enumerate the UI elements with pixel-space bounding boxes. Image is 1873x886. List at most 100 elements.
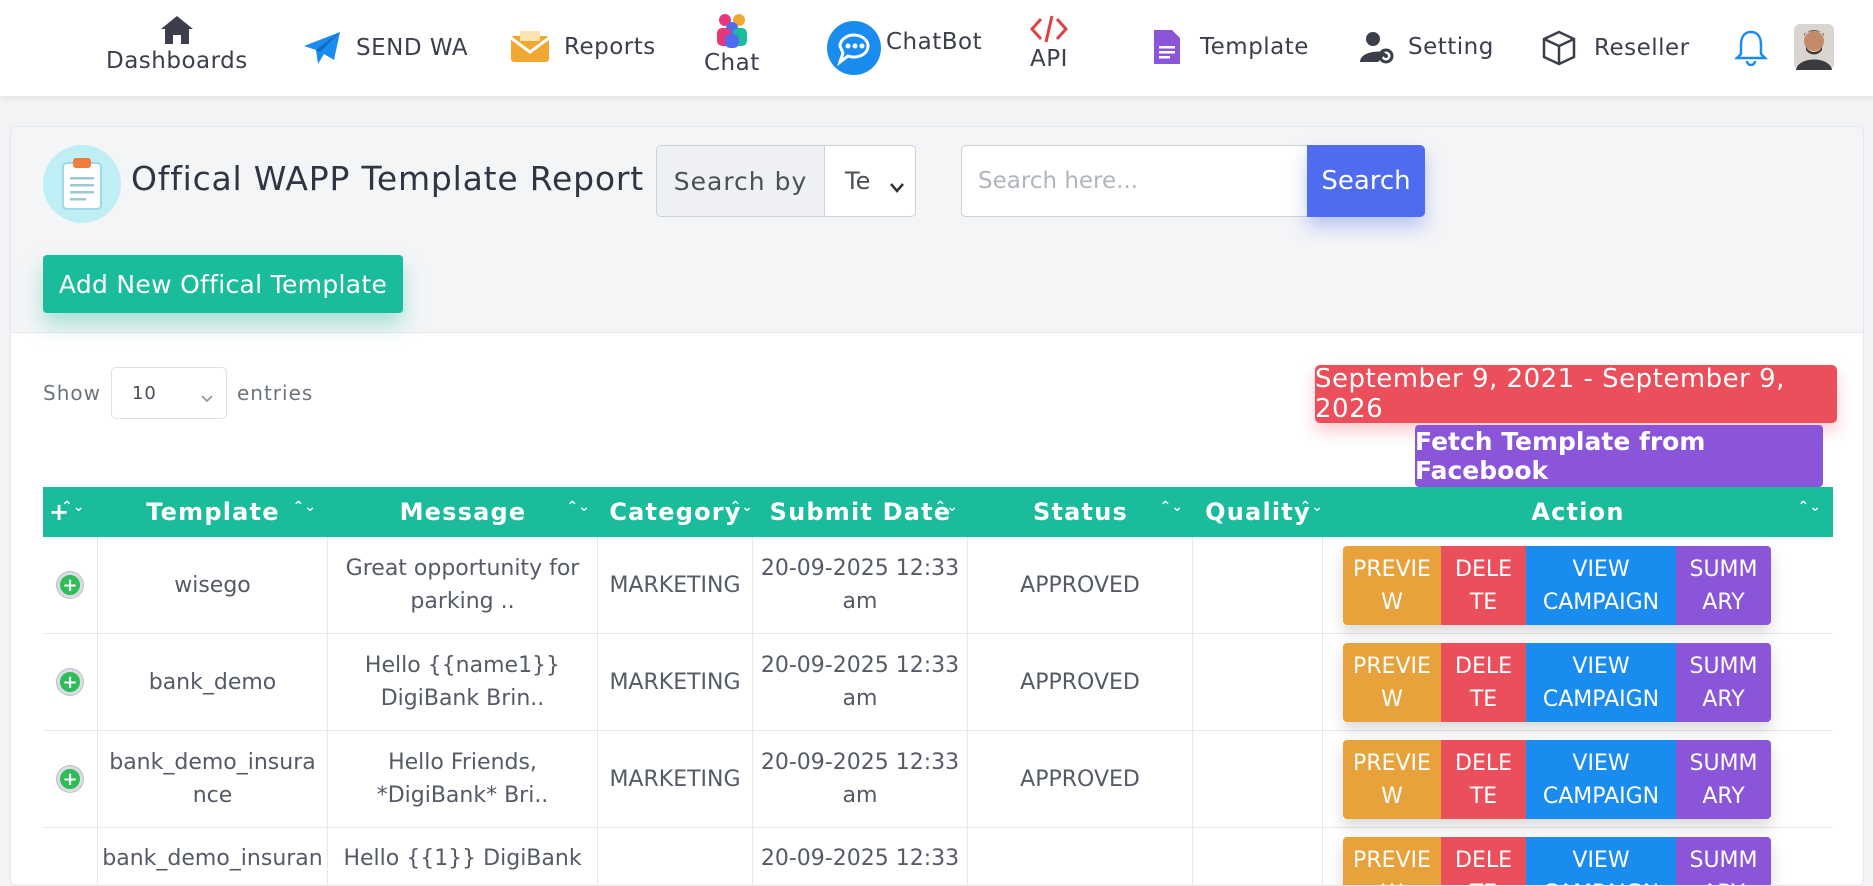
quality-cell bbox=[1193, 828, 1323, 885]
view-campaign-button[interactable]: VIEW CAMPAIGN bbox=[1526, 740, 1676, 819]
chatbot-icon bbox=[826, 20, 882, 76]
nav-chatbot-label: ChatBot bbox=[886, 29, 983, 55]
view-campaign-button[interactable]: VIEW CAMPAIGN bbox=[1526, 837, 1676, 885]
expand-plus-icon[interactable]: + bbox=[57, 766, 83, 792]
send-icon bbox=[302, 30, 342, 66]
sort-icon: ⌃⌄ bbox=[292, 499, 316, 515]
col-status-label: Status bbox=[1033, 498, 1128, 526]
delete-button[interactable]: DELE TE bbox=[1441, 740, 1526, 819]
nav-api[interactable]: API bbox=[1030, 14, 1068, 72]
search-button[interactable]: Search bbox=[1307, 145, 1425, 217]
nav-send-wa[interactable]: SEND WA bbox=[302, 30, 468, 66]
clipboard-icon bbox=[43, 145, 121, 223]
entries-value: 10 bbox=[131, 382, 157, 404]
nav-reports[interactable]: Reports bbox=[510, 30, 656, 64]
action-buttons: PREVIE W DELE TE VIEW CAMPAIGN SUMM ARY bbox=[1343, 837, 1771, 885]
col-action[interactable]: Action ⌃⌄ bbox=[1323, 487, 1833, 537]
nav-dashboards[interactable]: Dashboards bbox=[106, 14, 248, 74]
top-navbar: Dashboards SEND WA Reports Chat ChatBot … bbox=[0, 0, 1873, 96]
date-range-picker[interactable]: September 9, 2021 - September 9, 2026 bbox=[1315, 364, 1837, 424]
date-cell: 20-09-2025 12:33 am bbox=[753, 634, 968, 730]
delete-button[interactable]: DELE TE bbox=[1441, 643, 1526, 722]
expand-plus-icon[interactable]: + bbox=[57, 572, 83, 598]
action-buttons: PREVIE W DELE TE VIEW CAMPAIGN SUMM ARY bbox=[1343, 546, 1771, 625]
expand-cell[interactable] bbox=[43, 828, 98, 885]
summary-button[interactable]: SUMM ARY bbox=[1676, 740, 1771, 819]
category-cell: MARKETING bbox=[598, 634, 753, 730]
message-cell: Hello {{1}} DigiBank bbox=[328, 828, 598, 885]
nav-template[interactable]: Template bbox=[1152, 28, 1309, 66]
table-row: bank_demo_insuran Hello {{1}} DigiBank 2… bbox=[43, 828, 1833, 885]
col-message[interactable]: Message ⌃⌄ bbox=[328, 487, 598, 537]
preview-button[interactable]: PREVIE W bbox=[1343, 837, 1441, 885]
expand-cell[interactable]: + bbox=[43, 634, 98, 730]
status-cell: APPROVED bbox=[968, 634, 1193, 730]
status-cell: APPROVED bbox=[968, 731, 1193, 827]
message-cell: Hello Friends, *DigiBank* Bri.. bbox=[328, 731, 598, 827]
card-header: Offical WAPP Template Report Search by T… bbox=[11, 127, 1863, 333]
status-cell: APPROVED bbox=[968, 537, 1193, 633]
delete-button[interactable]: DELE TE bbox=[1441, 546, 1526, 625]
box-icon bbox=[1542, 30, 1576, 66]
expand-cell[interactable]: + bbox=[43, 537, 98, 633]
template-cell: bank_demo bbox=[98, 634, 328, 730]
col-submit-date[interactable]: Submit Date ⌃⌄ bbox=[753, 487, 968, 537]
expand-plus-icon[interactable]: + bbox=[57, 669, 83, 695]
col-status[interactable]: Status ⌃⌄ bbox=[968, 487, 1193, 537]
col-category[interactable]: Category ⌃⌄ bbox=[598, 487, 753, 537]
nav-setting-label: Setting bbox=[1408, 34, 1494, 60]
col-quality-label: Quality bbox=[1205, 498, 1311, 526]
sort-icon: ⌃⌄ bbox=[61, 499, 85, 515]
templates-table: + ⌃⌄ Template ⌃⌄ Message ⌃⌄ Category ⌃⌄ Subm… bbox=[43, 487, 1833, 885]
search-by-select[interactable]: Te bbox=[825, 146, 915, 216]
table-header: + ⌃⌄ Template ⌃⌄ Message ⌃⌄ Category ⌃⌄ Subm… bbox=[43, 487, 1833, 537]
chevron-down-icon bbox=[889, 172, 905, 200]
delete-button[interactable]: DELE TE bbox=[1441, 837, 1526, 885]
date-cell: 20-09-2025 12:33 am bbox=[753, 537, 968, 633]
sort-icon: ⌃⌄ bbox=[729, 499, 753, 515]
nav-reseller[interactable]: Reseller bbox=[1542, 30, 1690, 66]
search-input[interactable]: Search here... bbox=[961, 145, 1307, 217]
col-category-label: Category bbox=[609, 498, 742, 526]
home-icon bbox=[159, 14, 195, 46]
nav-chat[interactable]: Chat bbox=[704, 12, 760, 76]
preview-button[interactable]: PREVIE W bbox=[1343, 546, 1441, 625]
user-gear-icon bbox=[1360, 30, 1394, 64]
col-expand[interactable]: + ⌃⌄ bbox=[43, 487, 98, 537]
view-campaign-button[interactable]: VIEW CAMPAIGN bbox=[1526, 546, 1676, 625]
summary-button[interactable]: SUMM ARY bbox=[1676, 643, 1771, 722]
col-quality[interactable]: Quality ⌃⌄ bbox=[1193, 487, 1323, 537]
envelope-icon bbox=[510, 30, 550, 64]
preview-button[interactable]: PREVIE W bbox=[1343, 740, 1441, 819]
nav-send-wa-label: SEND WA bbox=[356, 35, 469, 61]
expand-cell[interactable]: + bbox=[43, 731, 98, 827]
col-template[interactable]: Template ⌃⌄ bbox=[98, 487, 328, 537]
nav-api-label: API bbox=[1030, 46, 1068, 72]
nav-reseller-label: Reseller bbox=[1594, 35, 1690, 61]
col-message-label: Message bbox=[399, 498, 527, 526]
notification-bell-icon[interactable] bbox=[1734, 28, 1768, 66]
sort-icon: ⌃⌄ bbox=[1797, 499, 1821, 515]
date-cell: 20-09-2025 12:33 bbox=[753, 828, 968, 885]
quality-cell bbox=[1193, 634, 1323, 730]
people-icon bbox=[713, 12, 751, 48]
entries-select[interactable]: 10 bbox=[110, 367, 227, 419]
nav-chat-label: Chat bbox=[704, 50, 760, 76]
message-cell: Hello {{name1}} DigiBank Brin.. bbox=[328, 634, 598, 730]
summary-button[interactable]: SUMM ARY bbox=[1676, 546, 1771, 625]
template-cell: wisego bbox=[98, 537, 328, 633]
preview-button[interactable]: PREVIE W bbox=[1343, 643, 1441, 722]
add-template-button[interactable]: Add New Offical Template bbox=[43, 255, 403, 313]
summary-button[interactable]: SUMM ARY bbox=[1676, 837, 1771, 885]
message-cell: Great opportunity for parking .. bbox=[328, 537, 598, 633]
col-template-label: Template bbox=[146, 498, 280, 526]
col-submit-date-label: Submit Date bbox=[769, 498, 952, 526]
fetch-template-button[interactable]: Fetch Template from Facebook bbox=[1415, 425, 1823, 487]
nav-template-label: Template bbox=[1200, 34, 1309, 60]
nav-chatbot[interactable]: ChatBot bbox=[826, 20, 982, 76]
code-icon bbox=[1030, 14, 1068, 44]
document-icon bbox=[1152, 28, 1182, 66]
view-campaign-button[interactable]: VIEW CAMPAIGN bbox=[1526, 643, 1676, 722]
avatar[interactable] bbox=[1794, 24, 1834, 70]
nav-setting[interactable]: Setting bbox=[1360, 30, 1494, 64]
